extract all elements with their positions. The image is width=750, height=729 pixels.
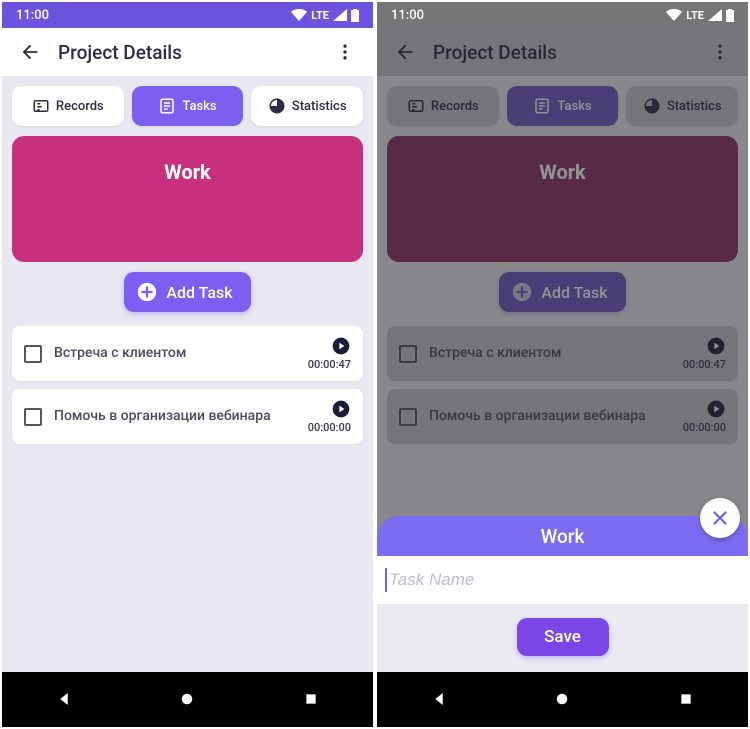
task-row[interactable]: Встреча с клиентом 00:00:47 — [12, 326, 363, 381]
tab-records[interactable]: Records — [12, 86, 124, 126]
status-time: 11:00 — [16, 8, 49, 23]
page-title: Project Details — [50, 41, 325, 64]
save-button-label: Save — [544, 627, 581, 647]
statistics-icon — [268, 97, 286, 115]
add-task-button[interactable]: Add Task — [124, 272, 250, 312]
text-cursor — [385, 568, 387, 592]
tab-tasks[interactable]: Tasks — [132, 86, 244, 126]
status-indicators: LTE — [666, 9, 734, 22]
nav-home[interactable] — [162, 679, 212, 719]
add-task-label: Add Task — [166, 283, 232, 302]
add-task-sheet: Work Save — [377, 516, 748, 672]
task-checkbox[interactable] — [24, 408, 42, 426]
task-list: Встреча с клиентом 00:00:47 Помочь в орг… — [2, 326, 373, 444]
android-nav-bar — [2, 672, 373, 726]
close-icon — [709, 507, 731, 529]
nav-recent[interactable] — [661, 679, 711, 719]
battery-icon — [726, 9, 734, 22]
tab-records-label: Records — [56, 99, 104, 114]
menu-button[interactable] — [325, 32, 365, 72]
wifi-icon — [666, 9, 682, 21]
arrow-left-icon — [19, 41, 41, 63]
battery-icon — [351, 9, 359, 22]
tab-statistics[interactable]: Statistics — [251, 86, 363, 126]
status-bar: 11:00 LTE — [2, 2, 373, 28]
task-checkbox[interactable] — [24, 345, 42, 363]
app-top-bar: Project Details — [2, 28, 373, 76]
sheet-header: Work — [377, 516, 748, 556]
task-name: Встреча с клиентом — [54, 344, 308, 362]
task-name-input[interactable] — [389, 570, 740, 590]
plus-circle-icon — [136, 281, 158, 303]
nav-home[interactable] — [537, 679, 587, 719]
signal-icon — [333, 9, 347, 21]
task-name: Помочь в организации вебинара — [54, 407, 308, 425]
play-circle-icon — [331, 336, 351, 356]
task-time: 00:00:00 — [308, 421, 351, 434]
status-indicators: LTE — [291, 9, 359, 22]
task-row[interactable]: Помочь в организации вебинара 00:00:00 — [12, 389, 363, 444]
task-name-input-wrap[interactable] — [377, 556, 748, 604]
status-net: LTE — [311, 9, 329, 22]
nav-back-icon — [430, 690, 448, 708]
play-button[interactable] — [331, 336, 351, 356]
play-button[interactable] — [331, 399, 351, 419]
records-icon — [32, 97, 50, 115]
nav-back-icon — [55, 690, 73, 708]
project-name: Work — [164, 160, 211, 184]
tasks-icon — [158, 97, 176, 115]
tab-statistics-label: Statistics — [292, 99, 347, 114]
nav-home-icon — [553, 690, 571, 708]
signal-icon — [708, 9, 722, 21]
status-bar: 11:00 LTE — [377, 2, 748, 28]
android-nav-bar — [377, 672, 748, 726]
status-net: LTE — [686, 9, 704, 22]
tabs: Records Tasks Statistics — [2, 76, 373, 134]
tab-tasks-label: Tasks — [182, 99, 216, 114]
save-button[interactable]: Save — [517, 618, 609, 656]
back-button[interactable] — [10, 32, 50, 72]
sheet-title: Work — [541, 525, 585, 548]
nav-back[interactable] — [39, 679, 89, 719]
nav-recent[interactable] — [286, 679, 336, 719]
play-circle-icon — [331, 399, 351, 419]
nav-recent-icon — [678, 691, 694, 707]
wifi-icon — [291, 9, 307, 21]
project-card[interactable]: Work — [12, 136, 363, 262]
status-time: 11:00 — [391, 8, 424, 23]
close-button[interactable] — [700, 498, 740, 538]
nav-home-icon — [178, 690, 196, 708]
nav-back[interactable] — [414, 679, 464, 719]
task-time: 00:00:47 — [308, 358, 351, 371]
kebab-icon — [335, 42, 355, 62]
nav-recent-icon — [303, 691, 319, 707]
